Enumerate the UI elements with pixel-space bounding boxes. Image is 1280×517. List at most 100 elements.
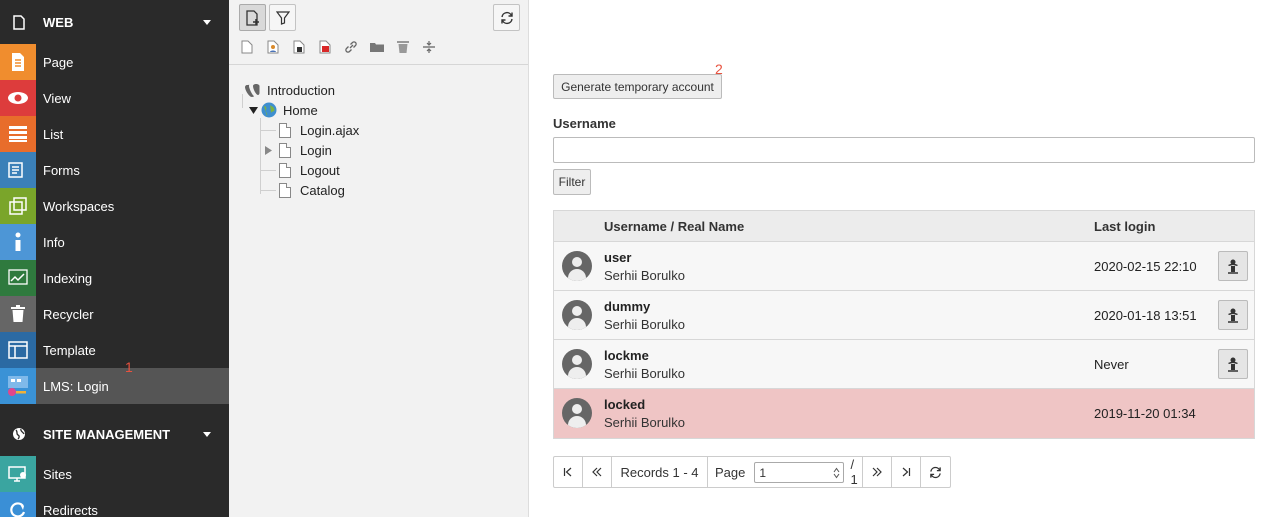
users-table: Username / Real Name Last login user Ser… <box>553 210 1255 439</box>
doktype-link-icon[interactable] <box>342 38 360 56</box>
generate-temporary-account-button[interactable]: Generate temporary account <box>553 74 722 99</box>
module-label: Info <box>43 234 65 250</box>
double-chevron-left-icon <box>592 467 602 477</box>
stepper-arrows-icon[interactable] <box>833 467 840 479</box>
page-label: Page <box>715 464 746 480</box>
username: user <box>604 250 632 265</box>
module-label: Indexing <box>43 270 93 286</box>
doktype-recycler-icon[interactable] <box>394 38 412 56</box>
records-info: Records 1 - 4 <box>612 457 708 487</box>
doktype-folder-icon[interactable] <box>368 38 386 56</box>
module-lms-login[interactable]: LMS: Login 1 <box>0 359 229 404</box>
tree-expand-triangle-icon[interactable] <box>264 145 273 155</box>
typo3-logo-icon <box>245 84 260 97</box>
switch-user-icon <box>1228 259 1238 274</box>
module-label: LMS: Login <box>43 378 109 394</box>
last-page-button[interactable] <box>892 457 921 487</box>
reload-button[interactable] <box>921 457 950 487</box>
tree-connector <box>260 170 276 171</box>
next-page-button[interactable] <box>863 457 892 487</box>
switch-to-user-button[interactable] <box>1218 251 1248 281</box>
doktype-divider-icon[interactable] <box>420 38 438 56</box>
tree-node-home[interactable]: Home <box>249 100 318 120</box>
tree-node-page[interactable]: Login.ajax <box>279 120 359 140</box>
module-info[interactable]: Info <box>0 224 229 260</box>
switch-user-icon <box>1228 357 1238 372</box>
last-login: 2019-11-20 01:34 <box>1094 406 1196 421</box>
page-tree-toolbar <box>229 0 528 65</box>
globe-icon <box>10 425 28 443</box>
doktype-backend-user-section-icon[interactable] <box>264 38 282 56</box>
tree-collapse-triangle-icon[interactable] <box>249 106 258 115</box>
template-icon <box>0 332 36 368</box>
real-name: Serhii Borulko <box>604 415 685 430</box>
module-sites[interactable]: Sites <box>0 456 229 492</box>
refresh-tree-button[interactable] <box>493 4 520 31</box>
total-pages: / 1 <box>850 457 858 487</box>
first-page-icon <box>563 467 572 477</box>
module-workspaces[interactable]: Workspaces <box>0 188 229 224</box>
module-view[interactable]: View <box>0 80 229 116</box>
real-name: Serhii Borulko <box>604 366 685 381</box>
module-label: List <box>43 126 64 142</box>
group-site-management-label: SITE MANAGEMENT <box>43 426 171 442</box>
username: lockme <box>604 348 649 363</box>
tree-connector <box>242 94 243 108</box>
module-menu: WEB Page View List Forms Workspaces Info… <box>0 0 229 517</box>
username-filter-input[interactable] <box>553 137 1255 163</box>
main-content: 2 Generate temporary account Username Fi… <box>530 0 1280 517</box>
page-number-input[interactable]: 1 <box>754 461 844 483</box>
previous-page-button[interactable] <box>583 457 612 487</box>
filter-button[interactable]: Filter <box>553 169 591 195</box>
pagination: Records 1 - 4 Page 1 / 1 <box>553 456 951 488</box>
module-page[interactable]: Page <box>0 44 229 80</box>
doktype-mountpoint-icon[interactable] <box>316 38 334 56</box>
first-page-button[interactable] <box>554 457 583 487</box>
tree-node-label: Home <box>283 102 318 118</box>
group-site-management-header[interactable]: SITE MANAGEMENT <box>0 412 229 456</box>
tree-node-root[interactable]: Introduction <box>244 80 335 100</box>
new-page-icon <box>245 9 259 26</box>
filter-tree-button[interactable] <box>269 4 296 31</box>
module-template[interactable]: Template <box>0 332 229 368</box>
tree-node-page[interactable]: Logout <box>279 160 340 180</box>
page-number-value: 1 <box>759 465 767 480</box>
trash-icon <box>0 296 36 332</box>
last-login: 2020-01-18 13:51 <box>1094 308 1197 323</box>
switch-to-user-button[interactable] <box>1218 300 1248 330</box>
doktype-shortcut-icon[interactable] <box>290 38 308 56</box>
chevron-down-icon[interactable] <box>203 20 211 25</box>
doktype-standard-page-icon[interactable] <box>238 38 256 56</box>
module-list[interactable]: List <box>0 116 229 152</box>
module-recycler[interactable]: Recycler <box>0 296 229 332</box>
table-row: lockme Serhii Borulko Never <box>554 340 1254 389</box>
column-header-last-login: Last login <box>1094 219 1156 234</box>
info-icon <box>0 224 36 260</box>
username: locked <box>604 397 646 412</box>
filter-icon <box>275 10 290 25</box>
table-row: dummy Serhii Borulko 2020-01-18 13:51 <box>554 291 1254 340</box>
avatar <box>562 300 592 330</box>
switch-to-user-button[interactable] <box>1218 349 1248 379</box>
page-icon <box>279 122 291 138</box>
module-forms[interactable]: Forms <box>0 152 229 188</box>
module-redirects[interactable]: Redirects <box>0 492 229 517</box>
avatar <box>562 349 592 379</box>
real-name: Serhii Borulko <box>604 268 685 283</box>
group-web-label: WEB <box>43 14 74 30</box>
page-icon <box>279 162 291 178</box>
new-page-button[interactable] <box>239 4 266 31</box>
group-web-header[interactable]: WEB <box>0 0 229 44</box>
document-icon <box>10 13 28 31</box>
tree-node-page[interactable]: Login <box>264 140 332 160</box>
chevron-down-icon[interactable] <box>203 432 211 437</box>
tree-node-page[interactable]: Catalog <box>279 180 345 200</box>
page-module-icon <box>0 44 36 80</box>
refresh-icon <box>930 466 941 478</box>
annotation-badge-1: 1 <box>125 359 133 375</box>
redirect-icon <box>0 492 36 517</box>
double-chevron-right-icon <box>872 467 882 477</box>
last-login: Never <box>1094 357 1129 372</box>
username-label: Username <box>553 116 616 131</box>
module-indexing[interactable]: Indexing <box>0 260 229 296</box>
